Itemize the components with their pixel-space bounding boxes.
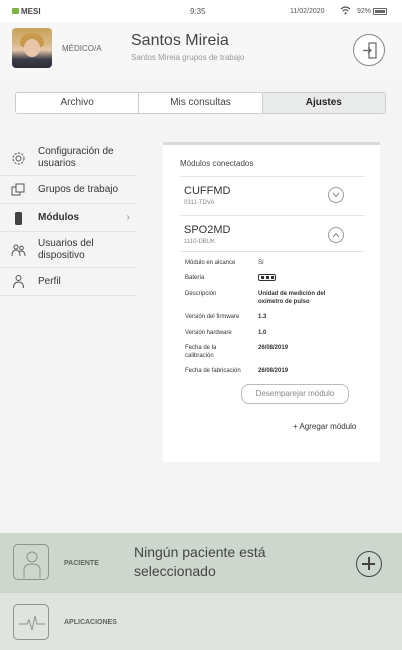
chevron-right-icon: ›	[126, 212, 130, 223]
patient-bar[interactable]: PACIENTE Ningún paciente está selecciona…	[0, 533, 402, 593]
tab-mis-consultas[interactable]: Mis consultas	[139, 93, 263, 113]
chevron-down-icon	[332, 192, 340, 198]
applications-icon-box	[13, 604, 49, 640]
divider	[180, 176, 365, 177]
divider	[180, 215, 365, 216]
sidebar-item-label: Módulos	[38, 211, 80, 223]
sidebar-item-label: Perfil	[38, 275, 61, 287]
module-name: SPO2MD	[184, 224, 231, 236]
gear-icon	[12, 152, 25, 165]
applications-bar[interactable]: APLICACIONES	[0, 593, 402, 650]
carrier-name: MESI	[21, 7, 41, 16]
detail-label: Versión del firmware	[185, 314, 240, 320]
sidebar-item-workgroups[interactable]: Grupos de trabajo	[0, 176, 136, 204]
battery-percent: 92%	[357, 8, 372, 15]
logout-icon	[363, 42, 377, 59]
panel-title: Módulos conectados	[180, 159, 254, 168]
add-module-link[interactable]: + Agregar módulo	[293, 422, 356, 431]
detail-value: 26/08/2019	[258, 368, 289, 374]
settings-sidebar: Configuración de usuarios Grupos de trab…	[0, 140, 136, 296]
detail-label: Fecha de la calibración	[185, 345, 217, 359]
detail-value: 1.0	[258, 330, 267, 336]
divider	[180, 251, 365, 252]
module-code: 1110-DBUK	[184, 239, 216, 245]
module-name: CUFFMD	[184, 185, 231, 197]
groups-icon	[11, 183, 25, 196]
detail-label: Módulo en alcance	[185, 260, 236, 266]
person-icon	[13, 275, 24, 289]
detail-value: 1.3	[258, 314, 267, 320]
battery-icon	[373, 8, 387, 15]
detail-label: Versión hardware	[185, 330, 232, 336]
person-icon	[23, 551, 41, 578]
sidebar-item-modules[interactable]: Módulos ›	[0, 204, 136, 232]
sidebar-item-label: Grupos de trabajo	[38, 183, 119, 195]
detail-value: 26/08/2019	[258, 345, 289, 351]
collapse-module-button[interactable]	[328, 227, 344, 243]
detail-label: Descripción	[185, 291, 217, 297]
sidebar-item-label: Configuración de usuarios	[38, 145, 114, 169]
clock: 9:35	[190, 7, 206, 16]
modules-panel: Módulos conectados CUFFMD 0311-TDVA SPO2…	[163, 142, 380, 462]
user-subtitle: Santos Mireia grupos de trabajo	[131, 53, 245, 62]
main-tabs: Archivo Mis consultas Ajustes	[15, 92, 386, 114]
unpair-module-button[interactable]: Desemparejar módulo	[241, 384, 349, 404]
users-icon	[11, 244, 26, 257]
carrier-icon	[12, 8, 19, 14]
logout-button[interactable]	[353, 34, 385, 66]
header: MÉDICO/A Santos Mireia Santos Mireia gru…	[0, 22, 402, 80]
detail-value: Sí	[258, 260, 264, 266]
status-bar: MESI 9:35 11/02/2020 92%	[0, 0, 402, 22]
carrier: MESI	[12, 7, 41, 16]
date: 11/02/2020	[290, 8, 325, 15]
wifi-icon	[340, 6, 351, 17]
expand-module-button[interactable]	[328, 187, 344, 203]
pulse-icon	[19, 615, 45, 631]
module-icon	[15, 212, 22, 225]
avatar[interactable]	[12, 28, 52, 68]
applications-label: APLICACIONES	[64, 619, 117, 626]
no-patient-text: Ningún paciente está seleccionado	[134, 544, 266, 579]
tab-ajustes[interactable]: Ajustes	[262, 93, 385, 113]
tab-archivo[interactable]: Archivo	[16, 93, 140, 113]
user-role: MÉDICO/A	[62, 44, 102, 53]
module-code: 0311-TDVA	[184, 200, 215, 206]
sidebar-item-user-config[interactable]: Configuración de usuarios	[0, 140, 136, 176]
detail-label: Fecha de fabricación	[185, 368, 241, 374]
detail-label: Batería	[185, 275, 205, 281]
detail-value: Unidad de medición del oxímetro de pulso	[258, 291, 326, 305]
battery-level-icon	[258, 274, 276, 281]
user-name: Santos Mireia	[131, 32, 229, 49]
sidebar-item-profile[interactable]: Perfil	[0, 268, 136, 296]
patient-label: PACIENTE	[64, 560, 99, 567]
sidebar-item-label: Usuarios del dispositivo	[38, 237, 94, 261]
add-patient-button[interactable]	[356, 551, 382, 577]
patient-avatar-placeholder	[13, 544, 49, 580]
sidebar-item-device-users[interactable]: Usuarios del dispositivo	[0, 232, 136, 268]
chevron-up-icon	[332, 232, 340, 238]
